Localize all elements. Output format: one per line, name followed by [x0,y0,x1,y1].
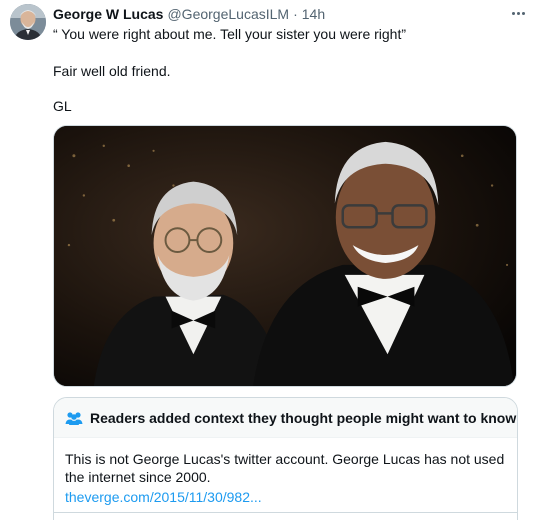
community-note-body: This is not George Lucas's twitter accou… [54,438,517,506]
avatar[interactable] [10,4,46,40]
avatar-image [10,4,46,40]
separator-dot: · [293,6,298,22]
divider [54,512,517,513]
author-handle[interactable]: @GeorgeLucasILM [167,6,289,22]
tweet-photo[interactable] [53,125,517,387]
photo-image [54,126,516,386]
author-name[interactable]: George W Lucas [53,6,163,22]
community-note: Readers added context they thought peopl… [53,397,518,520]
community-note-link[interactable]: theverge.com/2015/11/30/982... [65,488,262,506]
tweet-text-line: “ You were right about me. Tell your sis… [53,26,407,42]
people-icon [65,411,83,425]
tweet-text-line: Fair well old friend. [53,63,171,79]
tweet-text-line: GL [53,98,72,114]
tweet-text: “ You were right about me. Tell your sis… [53,25,513,116]
more-horizontal-icon[interactable] [508,6,528,20]
community-note-text: This is not George Lucas's twitter accou… [65,451,505,485]
tweet-header: George W Lucas @GeorgeLucasILM · 14h [53,5,325,23]
timestamp[interactable]: 14h [302,6,325,22]
community-note-header: Readers added context they thought peopl… [54,398,517,438]
community-note-title: Readers added context they thought peopl… [90,409,517,426]
